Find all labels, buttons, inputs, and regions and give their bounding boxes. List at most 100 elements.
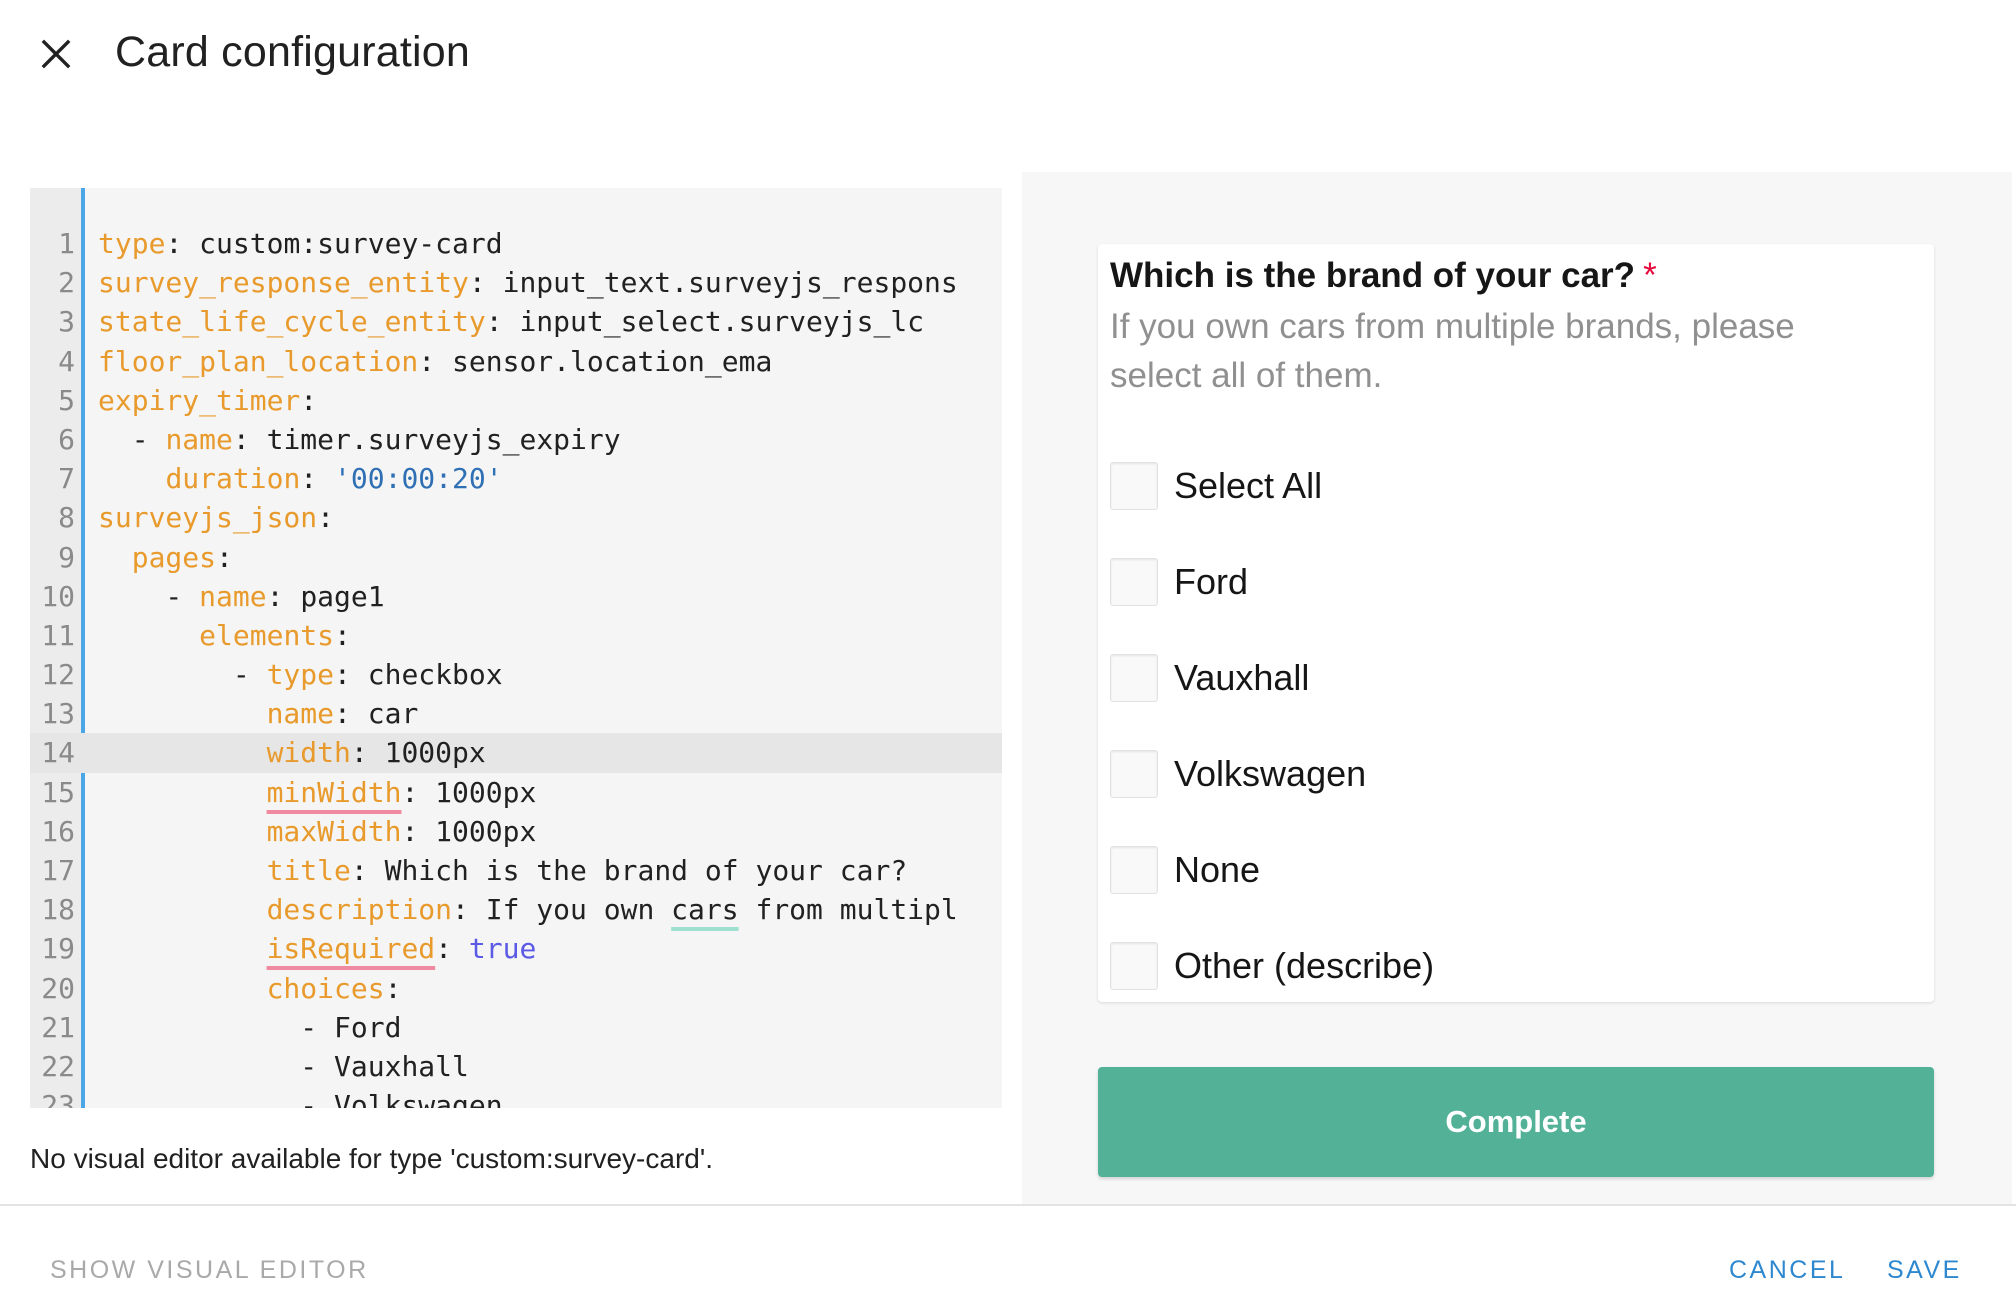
yaml-key: isRequired <box>266 932 436 966</box>
required-asterisk: * <box>1643 256 1657 295</box>
choice-label: Volkswagen <box>1174 753 1367 794</box>
yaml-key: pages <box>131 540 217 574</box>
checkbox[interactable] <box>1110 654 1158 702</box>
save-button[interactable]: SAVE <box>1887 1256 1962 1285</box>
line-text: - name: timer.surveyjs_expiry <box>98 420 621 459</box>
code-line[interactable]: 19 isRequired: true <box>30 929 1002 968</box>
cancel-button[interactable]: CANCEL <box>1729 1256 1845 1285</box>
checkbox[interactable] <box>1110 942 1158 990</box>
yaml-key: maxWidth <box>266 814 402 848</box>
line-number: 18 <box>41 893 75 927</box>
yaml-key: surveyjs_json <box>98 501 318 535</box>
yaml-value: 1000px <box>384 736 486 770</box>
choice-option[interactable]: Ford <box>1110 534 1434 630</box>
code-line[interactable]: 13 name: car <box>30 694 1002 733</box>
yaml-key: expiry_timer <box>98 383 301 417</box>
line-indent: - <box>98 579 200 613</box>
yaml-value: true <box>468 932 537 966</box>
checkbox[interactable] <box>1110 462 1158 510</box>
question-title: Which is the brand of your car? * <box>1110 256 1657 296</box>
code-lines[interactable]: 1 type: custom:survey-card 2 survey_respons… <box>30 224 1002 1108</box>
choice-option[interactable]: Select All <box>1110 438 1434 534</box>
line-number: 2 <box>58 266 75 300</box>
code-line[interactable]: 18 description: If you own cars from mul… <box>30 890 1002 929</box>
yaml-value-rest: from multipl <box>738 893 958 927</box>
code-line[interactable]: 15 minWidth: 1000px <box>30 773 1002 812</box>
code-line[interactable]: 6 - name: timer.surveyjs_expiry <box>30 420 1002 459</box>
line-text: - Vauxhall <box>98 1047 469 1086</box>
code-line[interactable]: 12 - type: checkbox <box>30 655 1002 694</box>
line-text: name: car <box>98 694 419 733</box>
line-text: surveyjs_json: <box>98 498 334 537</box>
complete-button[interactable]: Complete <box>1098 1067 1934 1177</box>
yaml-value: If you own <box>485 893 672 927</box>
yaml-value: page1 <box>300 579 385 613</box>
line-text: pages: <box>98 538 233 577</box>
code-line[interactable]: 14 width: 1000px <box>30 733 1002 773</box>
yaml-separator: : <box>334 697 368 731</box>
yaml-value: Volkswagen <box>334 1089 503 1108</box>
line-number: 12 <box>41 658 75 692</box>
survey-question-card: Which is the brand of your car? * If you … <box>1098 244 1934 1002</box>
yaml-key: name <box>266 697 335 731</box>
yaml-separator: : <box>334 658 368 692</box>
yaml-separator: : <box>418 344 453 378</box>
code-line[interactable]: 21 - Ford <box>30 1008 1002 1047</box>
close-icon <box>41 39 71 69</box>
checkbox[interactable] <box>1110 846 1158 894</box>
yaml-value: car <box>367 697 419 731</box>
code-line[interactable]: 8 surveyjs_json: <box>30 498 1002 537</box>
yaml-separator: : <box>165 227 200 260</box>
yaml-separator: : <box>401 775 436 809</box>
code-line[interactable]: 7 duration: '00:00:20' <box>30 459 1002 498</box>
yaml-value: sensor.location_ema <box>452 344 773 378</box>
yaml-value: input_text.surveyjs_respons <box>502 266 958 300</box>
line-indent: - <box>98 1089 335 1108</box>
code-line[interactable]: 23 - Volkswagen <box>30 1086 1002 1108</box>
line-text: survey_response_entity: input_text.surve… <box>98 263 958 302</box>
checkbox-choices: Select All Ford Vauxhall Volkswagen None Othe… <box>1110 438 1434 1014</box>
line-number: 20 <box>41 971 75 1005</box>
line-indent: - <box>98 658 267 692</box>
code-line[interactable]: 22 - Vauxhall <box>30 1047 1002 1086</box>
code-line[interactable]: 4 floor_plan_location: sensor.location_em… <box>30 342 1002 381</box>
code-line[interactable]: 16 maxWidth: 1000px <box>30 812 1002 851</box>
code-line[interactable]: 10 - name: page1 <box>30 577 1002 616</box>
choice-option[interactable]: Volkswagen <box>1110 726 1434 822</box>
code-line[interactable]: 11 elements: <box>30 616 1002 655</box>
code-line[interactable]: 5 expiry_timer: <box>30 381 1002 420</box>
yaml-separator: : <box>317 501 335 535</box>
yaml-key: state_life_cycle_entity <box>98 305 486 339</box>
yaml-value: custom:survey-card <box>199 227 503 260</box>
line-text: state_life_cycle_entity: input_select.su… <box>98 302 924 341</box>
dialog-footer: SHOW VISUAL EDITOR CANCEL SAVE <box>0 1204 2016 1294</box>
checkbox[interactable] <box>1110 750 1158 798</box>
checkbox[interactable] <box>1110 558 1158 606</box>
choice-option[interactable]: Other (describe) <box>1110 918 1434 1014</box>
code-line[interactable]: 1 type: custom:survey-card <box>30 224 1002 263</box>
yaml-value: timer.surveyjs_expiry <box>266 422 621 456</box>
dialog-title: Card configuration <box>115 28 470 76</box>
spelling-warning-word: cars <box>671 893 739 927</box>
line-number: 15 <box>41 775 75 809</box>
line-number: 7 <box>58 462 75 496</box>
yaml-separator: : <box>350 736 385 770</box>
code-line[interactable]: 2 survey_response_entity: input_text.surv… <box>30 263 1002 302</box>
yaml-separator: : <box>232 422 267 456</box>
line-indent: - <box>98 422 166 456</box>
choice-option[interactable]: Vauxhall <box>1110 630 1434 726</box>
dialog-header: Card configuration <box>0 0 2016 110</box>
yaml-code-editor[interactable]: 1 type: custom:survey-card 2 survey_respons… <box>30 188 1002 1108</box>
code-line[interactable]: 17 title: Which is the brand of your car… <box>30 851 1002 890</box>
choice-label: Ford <box>1174 561 1249 602</box>
code-line[interactable]: 3 state_life_cycle_entity: input_select.s… <box>30 302 1002 341</box>
close-button[interactable] <box>36 28 80 76</box>
choice-option[interactable]: None <box>1110 822 1434 918</box>
show-visual-editor-button[interactable]: SHOW VISUAL EDITOR <box>50 1256 369 1285</box>
code-line[interactable]: 9 pages: <box>30 538 1002 577</box>
yaml-key: type <box>98 227 166 260</box>
code-line[interactable]: 20 choices: <box>30 969 1002 1008</box>
